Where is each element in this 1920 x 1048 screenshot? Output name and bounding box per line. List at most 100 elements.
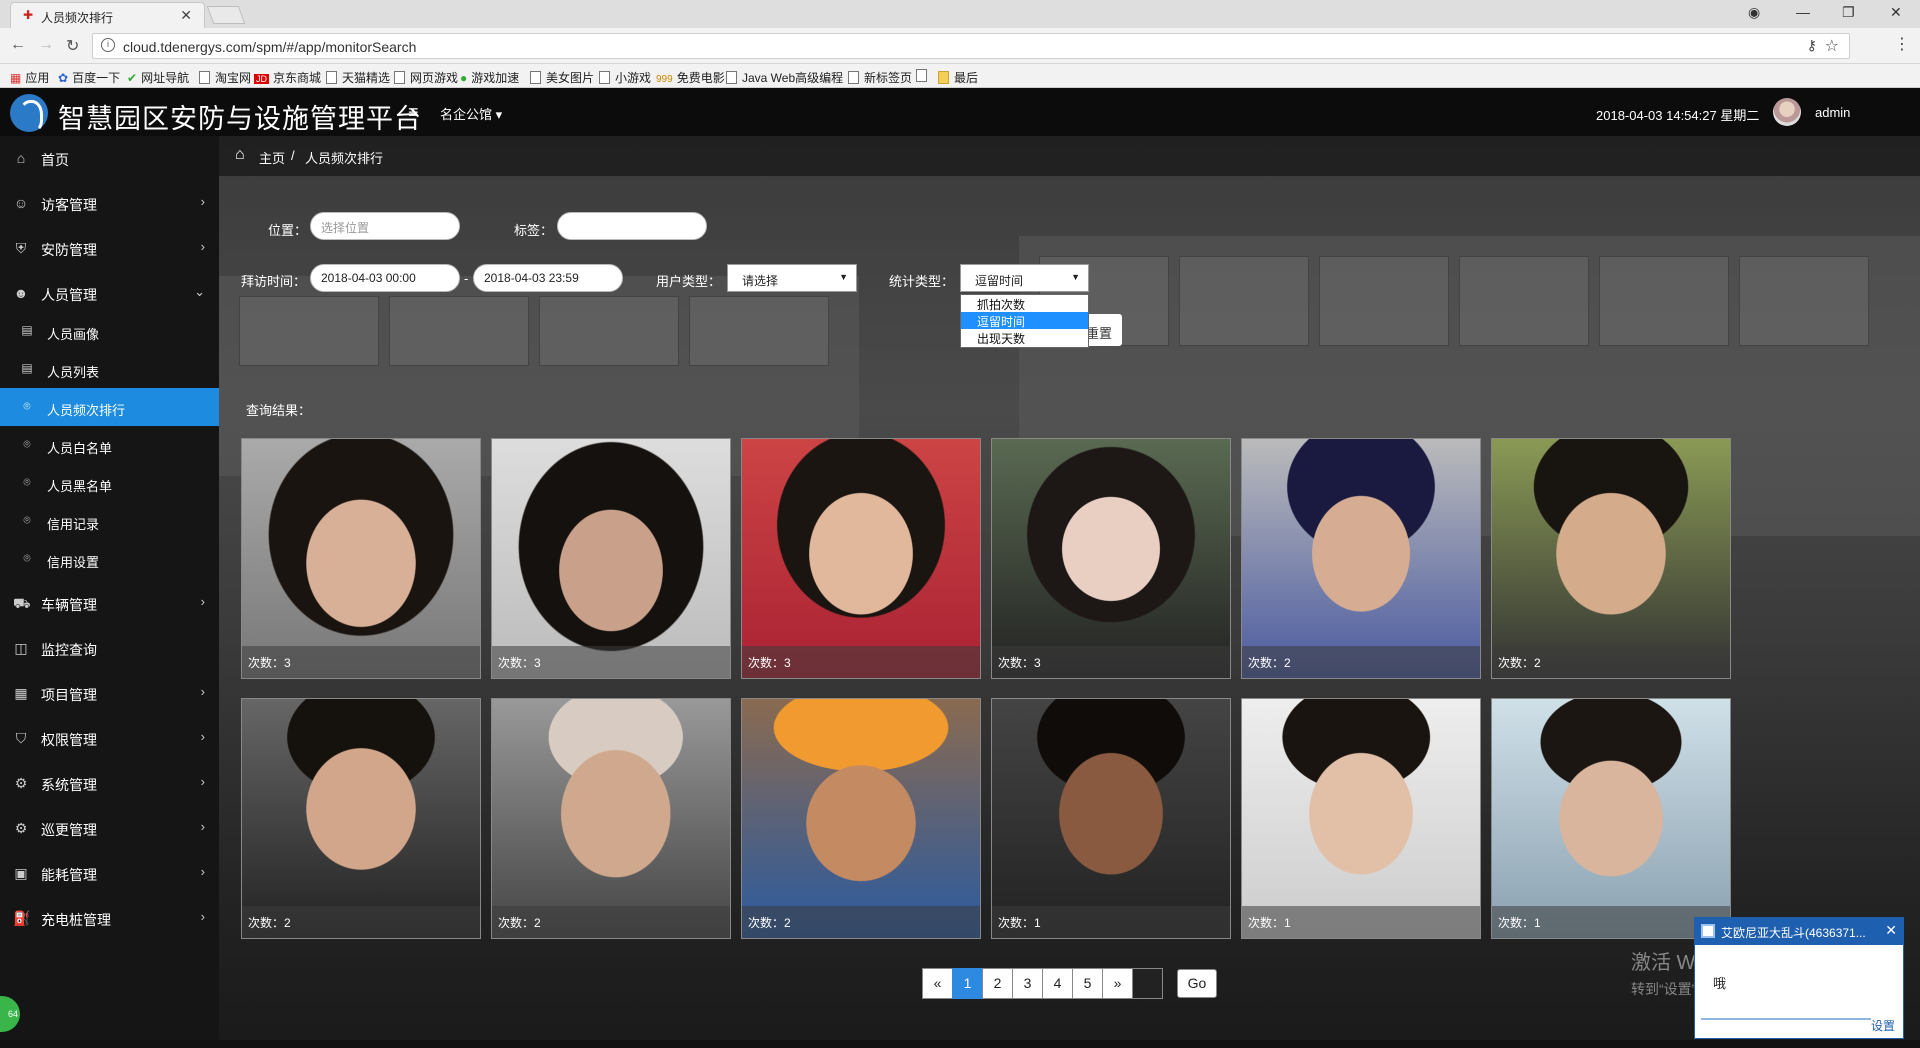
page-prev-button[interactable]: « [922, 968, 953, 999]
bookmark-minigame[interactable]: 小游戏 [599, 69, 651, 86]
bookmark-last[interactable]: 最后 [938, 69, 978, 86]
sidebar-item-home[interactable]: ⌂ 首页 [0, 136, 219, 180]
face-card[interactable]: 次数：2 [241, 698, 481, 939]
window-close-icon[interactable]: ✕ [1890, 4, 1902, 21]
face-scan-icon: ⌾ [23, 399, 31, 413]
sidebar-item-energy[interactable]: ▣ 能耗管理 › [0, 851, 219, 895]
sidebar-sub-blacklist[interactable]: ⌾ 人员黑名单 [0, 464, 219, 502]
location-input[interactable]: 选择位置 [310, 212, 460, 240]
chevron-right-icon: › [200, 819, 205, 834]
sidebar-item-project[interactable]: ▦ 项目管理 › [0, 671, 219, 715]
key-icon[interactable]: ⚷ [1807, 37, 1817, 54]
page-number-input[interactable] [1132, 968, 1163, 999]
close-icon[interactable]: ✕ [1885, 922, 1897, 939]
profile-icon[interactable]: ◉ [1748, 4, 1760, 21]
bookmark-pics[interactable]: 美女图片 [530, 69, 594, 86]
sidebar-sub-credit-record[interactable]: ⌾ 信用记录 [0, 502, 219, 540]
face-card[interactable]: 次数：2 [741, 698, 981, 939]
sidebar-item-charger[interactable]: ⛽ 充电桩管理 › [0, 896, 219, 940]
stat-type-select[interactable]: 逗留时间 ▼ [960, 264, 1089, 292]
start-time-input[interactable]: 2018-04-03 00:00 [310, 264, 460, 292]
sidebar-item-security[interactable]: ⛨ 安防管理 › [0, 226, 219, 270]
new-tab-button[interactable] [206, 6, 246, 24]
page-3-button[interactable]: 3 [1012, 968, 1043, 999]
sidebar-item-visitor[interactable]: ☺ 访客管理 › [0, 181, 219, 225]
bookmark-movies[interactable]: 999 免费电影 [656, 69, 725, 86]
face-card[interactable]: 次数：3 [991, 438, 1231, 679]
sidebar-item-vehicle[interactable]: ⛟ 车辆管理 › [0, 581, 219, 625]
bookmark-tmall[interactable]: 天猫精选 [326, 69, 390, 86]
face-card[interactable]: 次数：3 [491, 438, 731, 679]
stat-option-days[interactable]: 出现天数 [961, 329, 1088, 346]
page-4-button[interactable]: 4 [1042, 968, 1073, 999]
stat-option-captures[interactable]: 抓拍次数 [961, 295, 1088, 312]
sidebar-sub-list[interactable]: ▤ 人员列表 [0, 350, 219, 388]
bg-window [239, 296, 379, 366]
bookmark-jd[interactable]: JD 京东商城 [254, 69, 321, 86]
sidebar-sub-whitelist[interactable]: ⌾ 人员白名单 [0, 426, 219, 464]
page-icon [199, 71, 210, 84]
sidebar-item-monitor[interactable]: ◫ 监控查询 [0, 626, 219, 670]
maximize-icon[interactable]: ❐ [1842, 4, 1855, 21]
face-card[interactable]: 次数：2 [1491, 438, 1731, 679]
browser-tab[interactable]: ✚ 人员频次排行 ✕ [10, 2, 205, 28]
page-2-button[interactable]: 2 [982, 968, 1013, 999]
back-icon[interactable]: ← [10, 36, 26, 54]
sidebar-sub-frequency[interactable]: ⌾ 人员频次排行 [0, 388, 219, 426]
menu-toggle-icon[interactable]: ≡ [408, 102, 419, 123]
bookmark-accel[interactable]: ● 游戏加速 [460, 69, 519, 86]
bottom-scrollbar[interactable] [0, 1040, 1920, 1048]
page-1-button[interactable]: 1 [952, 968, 983, 999]
bookmark-taobao[interactable]: 淘宝网 [199, 69, 251, 86]
sidebar-sub-credit-settings[interactable]: ⌾ 信用设置 [0, 540, 219, 578]
face-image [492, 439, 730, 678]
face-card[interactable]: 次数：1 [991, 698, 1231, 939]
current-datetime: 2018-04-03 14:54:27 星期二 [1596, 108, 1760, 123]
face-card[interactable]: 次数：2 [1241, 438, 1481, 679]
chat-notification[interactable]: 艾欧尼亚大乱斗(4636371... ✕ 哦 设置 [1694, 917, 1904, 1039]
tab-favicon-icon: ✚ [23, 8, 34, 22]
home-icon[interactable]: ⌂ [235, 146, 253, 164]
avatar[interactable] [1773, 98, 1801, 126]
sidebar-item-system[interactable]: ⚙ 系统管理 › [0, 761, 219, 805]
browser-menu-icon[interactable]: ⋮ [1894, 34, 1910, 54]
user-type-select[interactable]: 请选择 ▼ [727, 264, 857, 292]
sidebar-item-patrol[interactable]: ⚙ 巡更管理 › [0, 806, 219, 850]
face-card[interactable]: 次数：1 [1491, 698, 1731, 939]
bookmark-javaweb[interactable]: Java Web高级编程 [726, 69, 843, 86]
stat-option-stay-time[interactable]: 逗留时间 [961, 312, 1088, 329]
url-text: cloud.tdenergys.com/spm/#/app/monitorSea… [123, 39, 417, 55]
end-time-input[interactable]: 2018-04-03 23:59 [473, 264, 623, 292]
bookmark-page[interactable] [916, 69, 932, 83]
bookmark-baidu[interactable]: ✿ 百度一下 [58, 69, 120, 86]
bookmark-webgame[interactable]: 网页游戏 [394, 69, 458, 86]
url-input[interactable]: i cloud.tdenergys.com/spm/#/app/monitorS… [92, 33, 1850, 59]
org-dropdown[interactable]: 名企公馆 ▾ [440, 104, 502, 123]
sidebar-sub-portrait[interactable]: ▤ 人员画像 [0, 312, 219, 350]
face-card[interactable]: 次数：3 [241, 438, 481, 679]
bookmark-newtab[interactable]: 新标签页 [848, 69, 912, 86]
face-card[interactable]: 次数：2 [491, 698, 731, 939]
sidebar-item-personnel[interactable]: ☻ 人员管理 ⌄ [0, 271, 219, 315]
minimize-icon[interactable]: — [1796, 4, 1810, 20]
info-icon[interactable]: i [101, 38, 115, 52]
username[interactable]: admin [1815, 105, 1850, 120]
face-card[interactable]: 次数：1 [1241, 698, 1481, 939]
page-5-button[interactable]: 5 [1072, 968, 1103, 999]
go-button[interactable]: Go [1177, 969, 1217, 998]
page-next-button[interactable]: » [1102, 968, 1133, 999]
sidebar-item-permission[interactable]: ⛉ 权限管理 › [0, 716, 219, 760]
forward-icon[interactable]: → [38, 36, 54, 54]
chevron-right-icon: › [200, 909, 205, 924]
tag-input[interactable] [557, 212, 707, 240]
notification-message: 哦 [1713, 976, 1727, 991]
bookmark-apps[interactable]: ▦ 应用 [10, 69, 49, 86]
reload-icon[interactable]: ↻ [66, 36, 79, 56]
face-image [492, 699, 730, 938]
face-card[interactable]: 次数：3 [741, 438, 981, 679]
notification-settings-link[interactable]: 设置 [1871, 1017, 1895, 1034]
breadcrumb-home[interactable]: 主页 [259, 148, 285, 167]
tab-close-icon[interactable]: ✕ [180, 7, 192, 24]
bookmark-star-icon[interactable]: ☆ [1825, 36, 1839, 56]
bookmark-nav[interactable]: ✔ 网址导航 [127, 69, 189, 86]
